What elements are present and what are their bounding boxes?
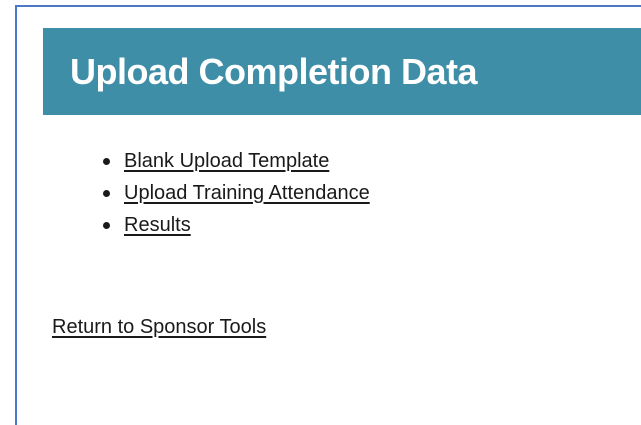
page-title: Upload Completion Data: [70, 51, 478, 92]
list-item: Results: [100, 209, 370, 241]
bullet-icon: [103, 189, 110, 197]
list-item: Upload Training Attendance: [100, 177, 370, 209]
bullet-icon: [103, 157, 110, 165]
return-to-sponsor-tools-link[interactable]: Return to Sponsor Tools: [52, 316, 266, 339]
page-header: Upload Completion Data: [43, 28, 641, 115]
list-item: Blank Upload Template: [100, 145, 370, 177]
results-link[interactable]: Results: [124, 214, 191, 237]
blank-upload-template-link[interactable]: Blank Upload Template: [124, 150, 329, 173]
link-list: Blank Upload Template Upload Training At…: [100, 145, 370, 241]
bullet-icon: [103, 221, 110, 229]
upload-training-attendance-link[interactable]: Upload Training Attendance: [124, 182, 370, 205]
